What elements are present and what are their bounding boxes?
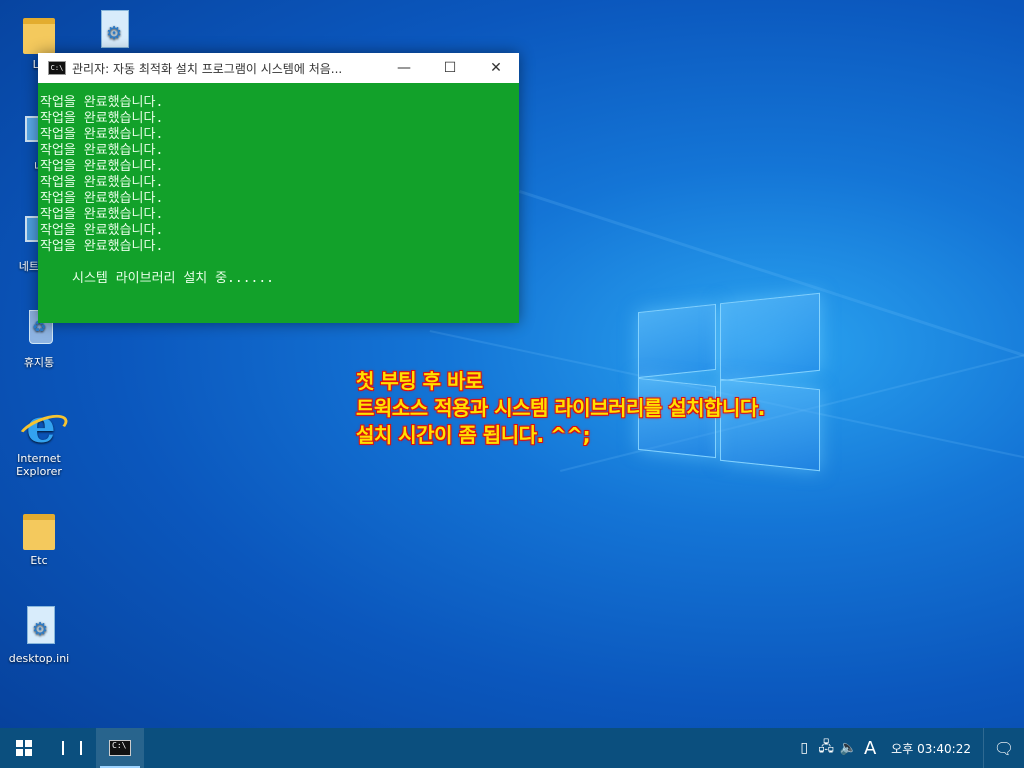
minimize-button[interactable]: — — [381, 53, 427, 83]
console-line: 작업을 완료했습니다. — [40, 191, 164, 206]
overlay-caption: 첫 부팅 후 바로 트윅소스 적용과 시스템 라이브러리를 설치합니다. 설치 … — [356, 368, 765, 449]
clock-ampm: 오후 — [891, 741, 914, 756]
command-prompt-icon: C:\ — [48, 61, 66, 75]
settings-file-icon — [17, 604, 61, 648]
usb-icon[interactable]: ▯ — [793, 740, 815, 756]
console-window-title: 관리자: 자동 최적화 설치 프로그램이 시스템에 처음... — [72, 61, 343, 76]
input-indicator[interactable]: A — [859, 738, 881, 759]
notification-icon: 🗨 — [993, 738, 1015, 758]
notification-center-button[interactable]: 🗨 — [983, 728, 1024, 768]
console-line: 작업을 완료했습니다. — [40, 239, 164, 254]
console-status-line: 시스템 라이브러리 설치 중...... — [72, 271, 275, 286]
console-line: 작업을 완료했습니다. — [40, 159, 164, 174]
system-tray: ▯ 🖧 🔈 A 오후 03:40:22 🗨 — [793, 728, 1024, 768]
windows-start-icon — [16, 740, 32, 756]
maximize-button[interactable]: ☐ — [427, 53, 473, 83]
console-line: 작업을 완료했습니다. — [40, 223, 164, 238]
console-output[interactable]: 작업을 완료했습니다. 작업을 완료했습니다. 작업을 완료했습니다. 작업을 … — [38, 83, 519, 323]
taskbar: C:\ ▯ 🖧 🔈 A 오후 03:40:22 🗨 — [0, 728, 1024, 768]
desktop-icon-internet-explorer[interactable]: e Internet Explorer — [4, 403, 74, 478]
desktop-icon-label: desktop.ini — [8, 652, 70, 665]
console-titlebar[interactable]: C:\ 관리자: 자동 최적화 설치 프로그램이 시스템에 처음... — ☐ … — [38, 53, 519, 83]
task-view-button[interactable] — [48, 728, 96, 768]
desktop-icon-label: Internet Explorer — [16, 452, 62, 478]
desktop: Lo 내 네트워크 휴지통 e Internet Explorer Etc de… — [0, 0, 1024, 728]
caption-line: 트윅소스 적용과 시스템 라이브러리를 설치합니다. — [356, 396, 765, 420]
close-button[interactable]: ✕ — [473, 53, 519, 83]
clock[interactable]: 오후 03:40:22 — [881, 740, 983, 757]
console-line: 작업을 완료했습니다. — [40, 127, 164, 142]
internet-explorer-icon: e — [14, 403, 72, 449]
console-line: 작업을 완료했습니다. — [40, 175, 164, 190]
desktop-icon-settings-file-top[interactable] — [78, 8, 148, 56]
desktop-icon-label: 휴지통 — [23, 356, 55, 369]
network-icon[interactable]: 🖧 — [815, 736, 837, 760]
command-prompt-icon: C:\ — [109, 740, 131, 756]
clock-time: 03:40:22 — [917, 741, 971, 756]
volume-icon[interactable]: 🔈 — [837, 740, 859, 756]
folder-icon — [17, 506, 61, 550]
caption-line: 첫 부팅 후 바로 — [356, 369, 483, 393]
console-window[interactable]: C:\ 관리자: 자동 최적화 설치 프로그램이 시스템에 처음... — ☐ … — [38, 53, 519, 323]
start-button[interactable] — [0, 728, 48, 768]
console-line: 작업을 완료했습니다. — [40, 143, 164, 158]
desktop-icon-etc[interactable]: Etc — [4, 506, 74, 567]
caption-line: 설치 시간이 좀 됩니다. ^^; — [356, 423, 591, 447]
console-line: 작업을 완료했습니다. — [40, 95, 164, 110]
console-line: 작업을 완료했습니다. — [40, 207, 164, 222]
taskbar-command-prompt[interactable]: C:\ — [96, 728, 144, 768]
task-view-icon — [62, 741, 82, 755]
desktop-icon-desktop-ini[interactable]: desktop.ini — [4, 604, 74, 665]
desktop-icon-label: Etc — [30, 554, 48, 567]
settings-file-icon — [91, 8, 135, 52]
console-line: 작업을 완료했습니다. — [40, 111, 164, 126]
folder-user-icon — [17, 10, 61, 54]
